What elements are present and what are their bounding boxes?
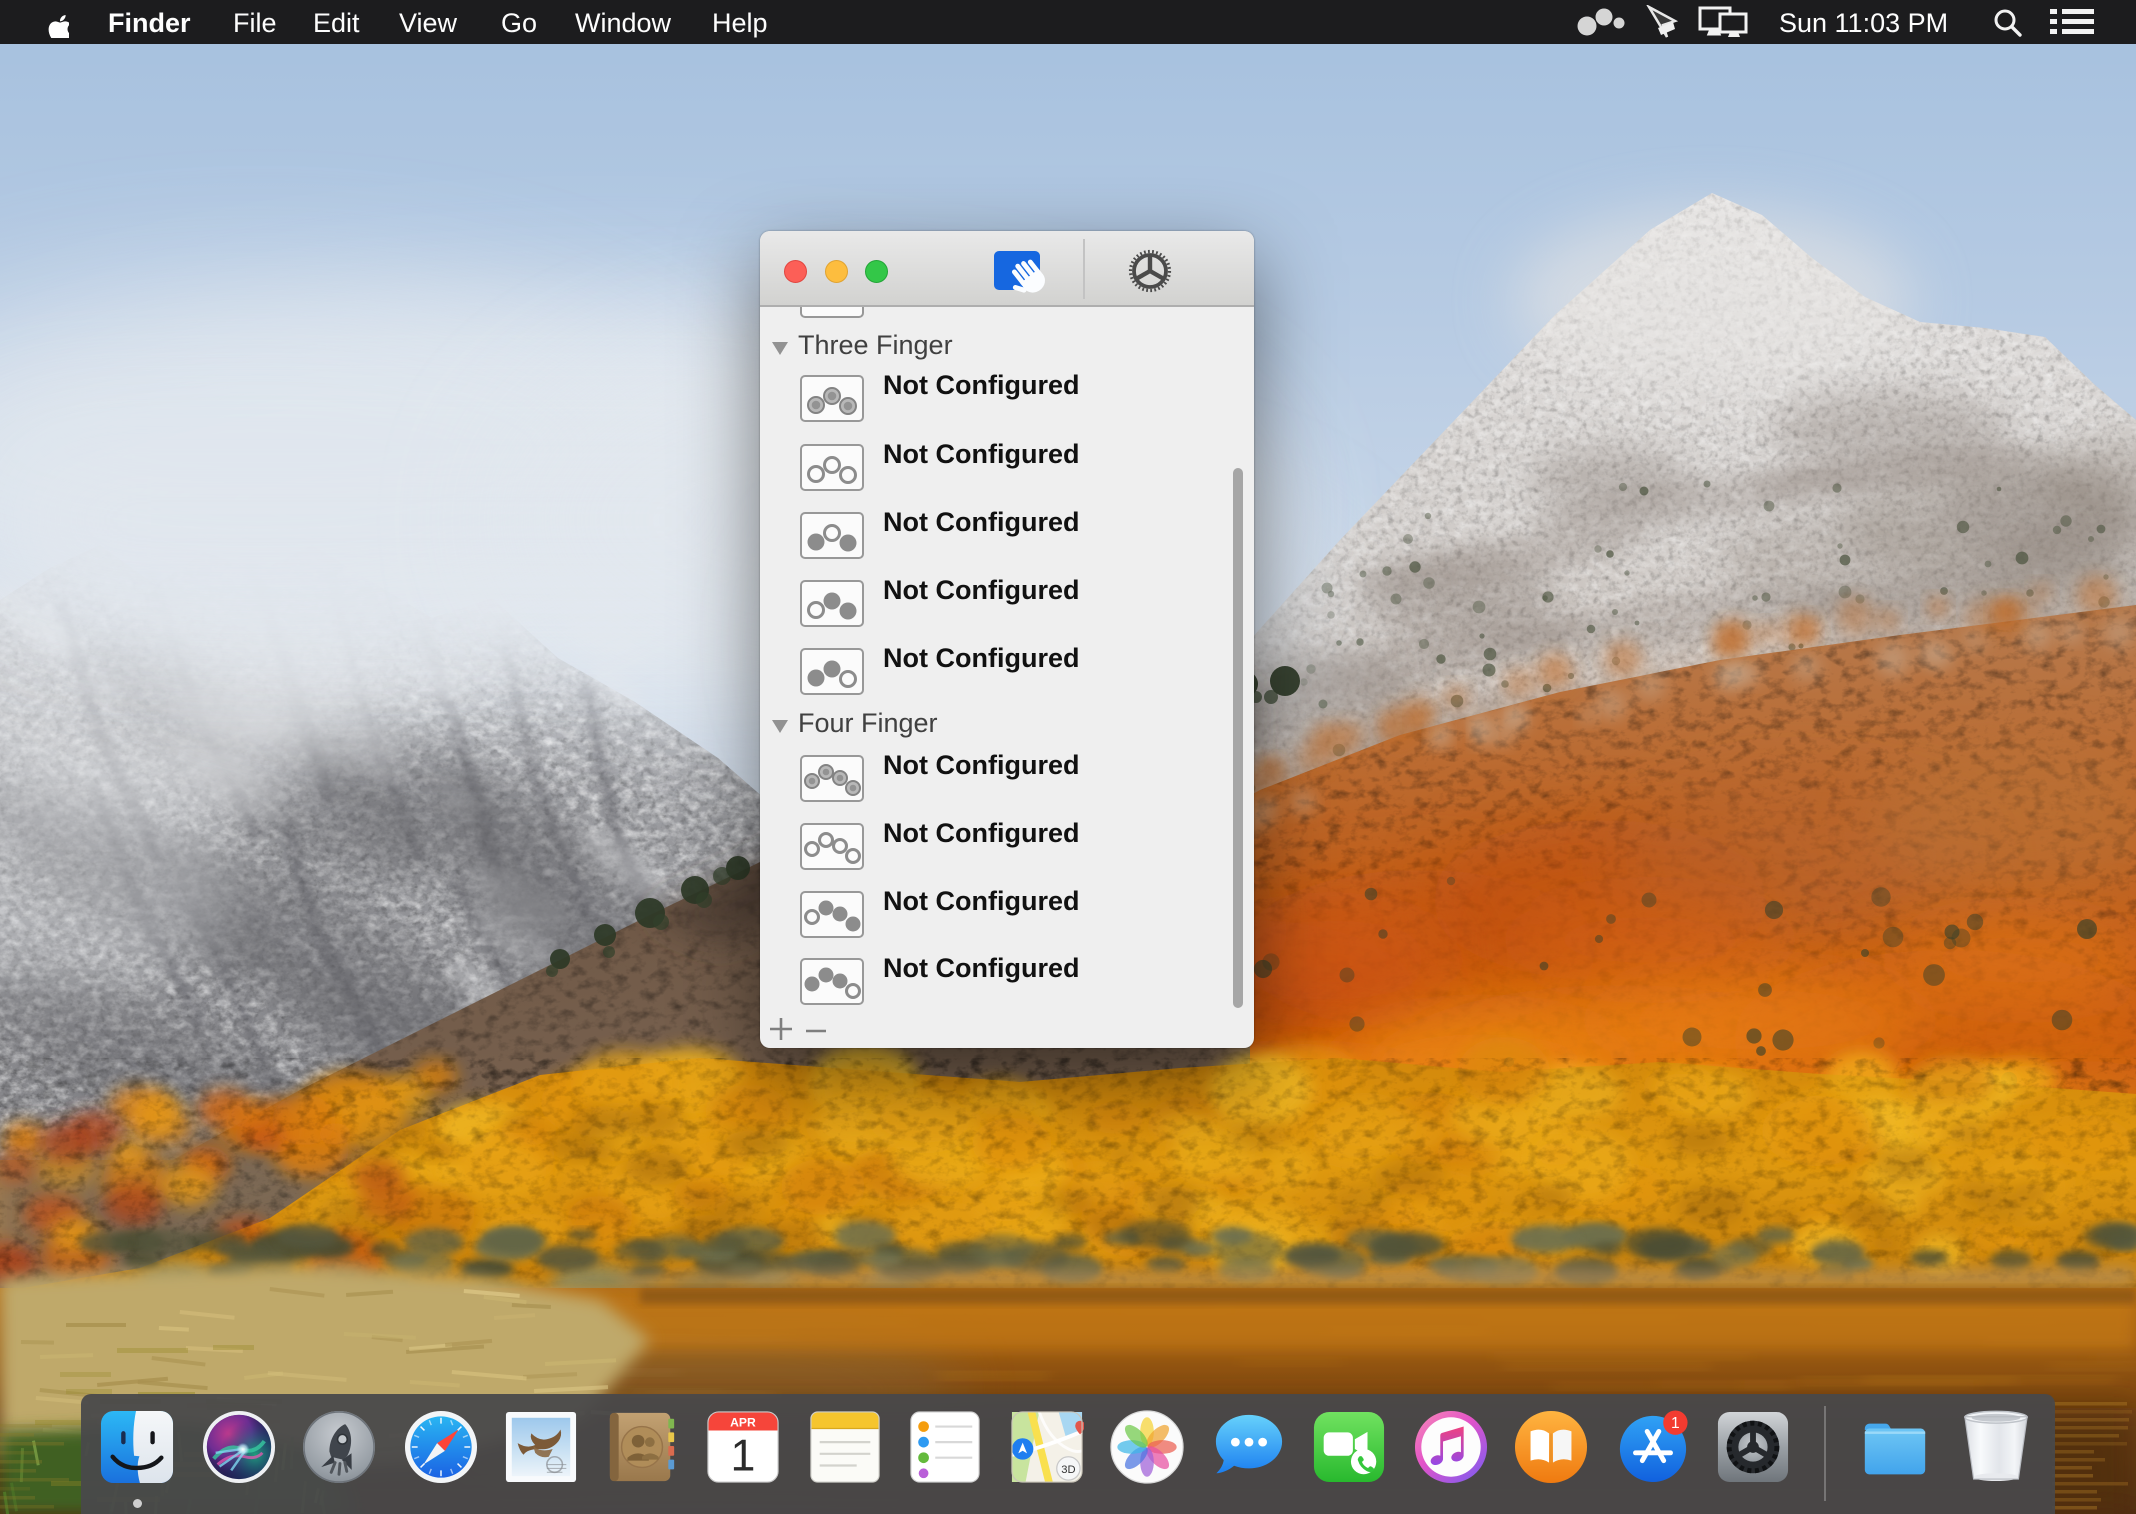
svg-text:APR: APR: [730, 1416, 756, 1430]
svg-text:1: 1: [1671, 1415, 1680, 1432]
svg-text:3D: 3D: [1061, 1464, 1075, 1476]
svg-text:1: 1: [731, 1430, 756, 1480]
